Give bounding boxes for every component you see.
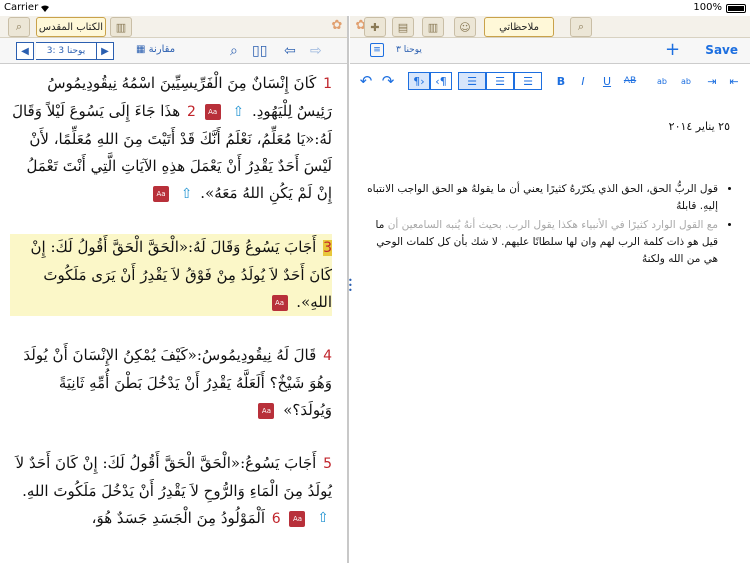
search-tab-icon[interactable]: ⌕ bbox=[8, 17, 30, 37]
underline-icon[interactable]: U bbox=[600, 72, 614, 90]
flower-icon: ✿ bbox=[331, 18, 343, 33]
format-toolbar: ↶ ↷ ¶› ‹¶ ☰ ☰ ☰ B I U AB ab ab ⇥ ⇤ bbox=[350, 66, 750, 94]
align-right-icon[interactable]: ☰ bbox=[514, 72, 542, 90]
tab-bible[interactable]: الكتاب المقدس bbox=[36, 17, 106, 37]
grid-icon: ▦ bbox=[136, 44, 146, 55]
redo-icon[interactable]: ↷ bbox=[380, 72, 396, 90]
undo-icon[interactable]: ↶ bbox=[358, 72, 374, 90]
right-tab-bar: ✿ ✚ ▤ ▥ ☺ ملاحظاتي ⌕ bbox=[350, 16, 750, 38]
verse-number[interactable]: 3 bbox=[323, 239, 332, 256]
note-reference: يوحنا ٣ bbox=[396, 45, 422, 55]
faded-text: مع القول الوارد كثيرًا في الأنبياء هكذا … bbox=[387, 219, 718, 231]
previous-chapter-button[interactable]: ◀ bbox=[16, 42, 34, 60]
next-chapter-button[interactable]: ▶ bbox=[96, 42, 114, 60]
verse-text[interactable]: قَالَ لَهُ نِيقُودِيمُوسُ:«كَيْفَ يُمْكِ… bbox=[23, 346, 332, 419]
cross-icon[interactable]: ✚ bbox=[364, 17, 386, 37]
battery-icon bbox=[726, 4, 746, 13]
notes-toolbar: ≡ يوحنا ٣ + Save bbox=[350, 38, 750, 64]
font-size-badge[interactable]: Aa bbox=[204, 104, 221, 120]
book-icon[interactable]: ▯▯ bbox=[252, 43, 267, 59]
left-tab-bar: ✿ الكتاب المقدس ▥ ⌕ bbox=[0, 16, 348, 38]
search-tab-icon[interactable]: ⌕ bbox=[570, 17, 592, 37]
compare-button[interactable]: ▦ مقارنة bbox=[136, 44, 175, 55]
save-button[interactable]: Save bbox=[705, 43, 738, 57]
font-size-badge[interactable]: Aa bbox=[153, 186, 169, 202]
font-size-badge[interactable]: Aa bbox=[258, 402, 275, 419]
subscript-icon[interactable]: ab bbox=[678, 72, 694, 90]
library-icon[interactable]: ▥ bbox=[422, 17, 444, 37]
align-center-icon[interactable]: ☰ bbox=[486, 72, 514, 90]
add-note-button[interactable]: + bbox=[665, 40, 680, 60]
up-arrow-icon[interactable]: ⇧ bbox=[232, 99, 244, 126]
note-editor[interactable]: ٢٥ يناير ٢٠١٤ قول الربُّ الحق، الحق الذي… bbox=[350, 120, 750, 563]
verse-group: 1 كَانَ إِنْسَانٌ مِنَ الْفَرِّيسِيِّينَ… bbox=[10, 70, 332, 208]
align-left-icon[interactable]: ☰ bbox=[458, 72, 486, 90]
wifi-icon bbox=[41, 5, 49, 12]
italic-icon[interactable]: I bbox=[576, 72, 590, 90]
font-size-badge[interactable]: Aa bbox=[289, 510, 306, 527]
list-item[interactable]: مع القول الوارد كثيرًا في الأنبياء هكذا … bbox=[366, 217, 718, 268]
verse-number[interactable]: 6 bbox=[272, 511, 281, 527]
chapter-reference[interactable]: يوحنا 3 :3 bbox=[36, 42, 96, 60]
strikethrough-icon[interactable]: AB bbox=[622, 72, 638, 90]
note-date: ٢٥ يناير ٢٠١٤ bbox=[668, 120, 730, 133]
page-icon[interactable]: ▤ bbox=[392, 17, 414, 37]
bible-text: 1 كَانَ إِنْسَانٌ مِنَ الْفَرِّيسِيِّينَ… bbox=[0, 64, 346, 563]
battery-percent: 100% bbox=[693, 2, 722, 13]
status-bar: Carrier 100% bbox=[0, 0, 750, 16]
verse-text[interactable]: اَلْمَوْلُودُ مِنَ الْجَسَدِ جَسَدٌ هُوَ… bbox=[92, 509, 265, 527]
note-list: قول الربُّ الحق، الحق الذي يكرّرهُ كثيرً… bbox=[366, 181, 734, 268]
indent-icon[interactable]: ⇥ bbox=[704, 72, 720, 90]
verse-number[interactable]: 2 bbox=[187, 104, 196, 120]
search-icon[interactable]: ⌕ bbox=[230, 43, 238, 59]
verse-number[interactable]: 1 bbox=[323, 76, 332, 92]
bold-icon[interactable]: B bbox=[554, 72, 568, 90]
verse-number[interactable]: 4 bbox=[323, 348, 332, 364]
up-arrow-icon[interactable]: ⇧ bbox=[317, 505, 329, 532]
notes-list-icon[interactable]: ≡ bbox=[370, 43, 384, 57]
outdent-icon[interactable]: ⇤ bbox=[726, 72, 742, 90]
ltr-direction-icon[interactable]: ¶› bbox=[408, 72, 430, 90]
rtl-direction-icon[interactable]: ‹¶ bbox=[430, 72, 452, 90]
library-icon[interactable]: ▥ bbox=[110, 17, 132, 37]
back-arrow-icon[interactable]: ⇦ bbox=[284, 43, 296, 59]
up-arrow-icon[interactable]: ⇧ bbox=[181, 181, 193, 208]
verse: 5 أَجَابَ يَسُوعُ:«الْحَقَّ الْحَقَّ أَق… bbox=[10, 450, 332, 533]
verse: 4 قَالَ لَهُ نِيقُودِيمُوسُ:«كَيْفَ يُمْ… bbox=[10, 342, 332, 424]
carrier-label: Carrier bbox=[4, 2, 39, 13]
verse-number[interactable]: 5 bbox=[323, 456, 332, 472]
chat-icon[interactable]: ☺ bbox=[454, 17, 476, 37]
tab-bible-label: الكتاب المقدس bbox=[38, 21, 104, 33]
list-item[interactable]: قول الربُّ الحق، الحق الذي يكرّرهُ كثيرً… bbox=[366, 181, 718, 215]
font-size-badge[interactable]: Aa bbox=[271, 294, 288, 311]
verse-highlighted: 3 أَجَابَ يَسُوعُ وَقَالَ لَهُ:«الْحَقَّ… bbox=[10, 233, 332, 316]
tab-my-notes[interactable]: ملاحظاتي bbox=[484, 17, 554, 37]
verse-text[interactable]: أَجَابَ يَسُوعُ:«الْحَقَّ الْحَقَّ أَقُو… bbox=[16, 454, 332, 500]
bible-toolbar: ◀ يوحنا 3 :3 ▶ ▦ مقارنة ⌕ ▯▯ ⇦ ⇨ bbox=[0, 38, 348, 64]
forward-arrow-icon[interactable]: ⇨ bbox=[310, 43, 322, 59]
superscript-icon[interactable]: ab bbox=[654, 72, 670, 90]
tab-my-notes-label: ملاحظاتي bbox=[499, 21, 539, 33]
compare-label: مقارنة bbox=[148, 44, 176, 55]
